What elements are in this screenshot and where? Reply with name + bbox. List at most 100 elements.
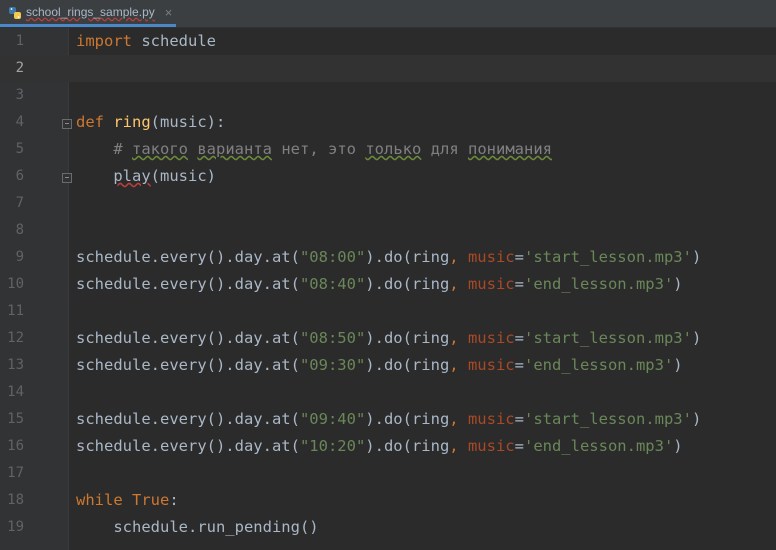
code-line[interactable]: 3 xyxy=(0,82,776,109)
close-icon[interactable]: × xyxy=(165,5,173,20)
code-token: ) xyxy=(691,410,702,428)
code-token: schedule.every().day.at( xyxy=(76,410,300,428)
code-line[interactable]: 9 schedule.every().day.at("08:00").do(rin… xyxy=(0,244,776,271)
code-token: (music): xyxy=(150,113,226,131)
code-line[interactable]: 18 while True: xyxy=(0,487,776,514)
line-number: 2 xyxy=(15,60,24,76)
code-editor[interactable]: 1 import schedule 2 3 4 def ring(music): 5 # т… xyxy=(0,28,776,550)
code-token: "08:40" xyxy=(299,275,366,293)
code-line[interactable]: 13 schedule.every().day.at("09:30").do(ri… xyxy=(0,352,776,379)
code-token: schedule xyxy=(132,32,216,50)
code-text: schedule.every().day.at("08:00").do(ring… xyxy=(76,244,701,271)
code-token: schedule.every().day.at( xyxy=(76,437,300,455)
code-token: ).do(ring xyxy=(365,437,450,455)
code-line[interactable]: 2 xyxy=(0,55,776,82)
line-number: 1 xyxy=(15,33,24,49)
code-token: ).do(ring xyxy=(365,410,450,428)
code-token: ).do(ring xyxy=(365,275,450,293)
code-token: ) xyxy=(691,329,702,347)
fold-close-icon[interactable] xyxy=(62,173,72,183)
code-line[interactable]: 19 schedule.run_pending() xyxy=(0,514,776,541)
code-line[interactable]: 12 schedule.every().day.at("08:50").do(ri… xyxy=(0,325,776,352)
code-token: = xyxy=(514,356,524,374)
line-number: 9 xyxy=(15,249,24,265)
code-text: schedule.run_pending() xyxy=(76,514,319,541)
code-token: "09:30" xyxy=(299,356,366,374)
code-line[interactable]: 16 schedule.every().day.at("10:20").do(ri… xyxy=(0,433,776,460)
code-token: , xyxy=(449,356,468,374)
line-number: 19 xyxy=(7,519,24,535)
tab-school-rings-sample[interactable]: school_rings_sample.py × xyxy=(0,0,176,27)
line-number: 3 xyxy=(15,87,24,103)
code-text: schedule.every().day.at("08:50").do(ring… xyxy=(76,325,701,352)
tab-filename: school_rings_sample.py xyxy=(26,5,155,19)
line-number: 17 xyxy=(7,465,24,481)
code-token: ).do(ring xyxy=(365,356,450,374)
code-line[interactable]: 5 # такого варианта нет, это только для … xyxy=(0,136,776,163)
code-token: ).do(ring xyxy=(365,248,450,266)
code-line[interactable]: 6 play(music) xyxy=(0,163,776,190)
code-line[interactable]: 8 xyxy=(0,217,776,244)
code-token: def xyxy=(76,113,104,131)
code-token: schedule.every().day.at( xyxy=(76,248,300,266)
code-line[interactable]: 14 xyxy=(0,379,776,406)
code-token: = xyxy=(514,329,524,347)
code-token: music xyxy=(467,275,515,293)
code-token: schedule.every().day.at( xyxy=(76,329,300,347)
code-text: schedule.every().day.at("10:20").do(ring… xyxy=(76,433,683,460)
code-token: ).do(ring xyxy=(365,329,450,347)
code-token: для xyxy=(421,140,468,158)
code-token: import xyxy=(76,32,132,50)
line-number: 14 xyxy=(7,384,24,400)
editor-tab-bar: school_rings_sample.py × xyxy=(0,0,776,28)
code-line[interactable]: 15 schedule.every().day.at("09:40").do(ri… xyxy=(0,406,776,433)
code-token: # xyxy=(113,140,132,158)
code-token: schedule.run_pending() xyxy=(76,518,319,536)
code-line[interactable]: 1 import schedule xyxy=(0,28,776,55)
code-token: while xyxy=(76,491,123,509)
code-token: такого xyxy=(132,140,188,158)
code-text: schedule.every().day.at("09:30").do(ring… xyxy=(76,352,683,379)
code-token: 'end_lesson.mp3' xyxy=(523,275,674,293)
code-token: 'start_lesson.mp3' xyxy=(523,248,692,266)
python-file-icon xyxy=(8,5,22,19)
code-token: music xyxy=(467,248,515,266)
code-token: ) xyxy=(691,248,702,266)
code-line[interactable]: 11 xyxy=(0,298,776,325)
code-line[interactable]: 17 xyxy=(0,460,776,487)
code-text: while True: xyxy=(76,487,179,514)
code-text: def ring(music): xyxy=(76,109,225,136)
code-token: : xyxy=(169,491,179,509)
code-token: music xyxy=(467,437,515,455)
code-text: schedule.every().day.at("09:40").do(ring… xyxy=(76,406,701,433)
code-token: = xyxy=(514,248,524,266)
line-number: 13 xyxy=(7,357,24,373)
line-number: 6 xyxy=(15,168,24,184)
line-number: 7 xyxy=(15,195,24,211)
code-line[interactable]: 10 schedule.every().day.at("08:40").do(ri… xyxy=(0,271,776,298)
code-token: "10:20" xyxy=(299,437,366,455)
code-token: , xyxy=(449,248,468,266)
code-token: , xyxy=(449,329,468,347)
fold-open-icon[interactable] xyxy=(62,119,72,129)
code-token: = xyxy=(514,437,524,455)
code-token: (music) xyxy=(150,167,216,185)
line-number: 10 xyxy=(7,276,24,292)
code-line[interactable]: 4 def ring(music): xyxy=(0,109,776,136)
code-token: "09:40" xyxy=(299,410,366,428)
code-line[interactable]: 7 xyxy=(0,190,776,217)
code-text: # такого варианта нет, это только для по… xyxy=(76,136,552,163)
line-number: 18 xyxy=(7,492,24,508)
code-token: schedule.every().day.at( xyxy=(76,356,300,374)
code-token: 'start_lesson.mp3' xyxy=(523,410,692,428)
code-token: music xyxy=(467,356,515,374)
code-token: ) xyxy=(673,437,683,455)
line-number: 16 xyxy=(7,438,24,454)
line-number: 11 xyxy=(7,303,24,319)
code-token: 'start_lesson.mp3' xyxy=(523,329,692,347)
code-text: schedule.every().day.at("08:40").do(ring… xyxy=(76,271,683,298)
code-token: 'end_lesson.mp3' xyxy=(523,356,674,374)
